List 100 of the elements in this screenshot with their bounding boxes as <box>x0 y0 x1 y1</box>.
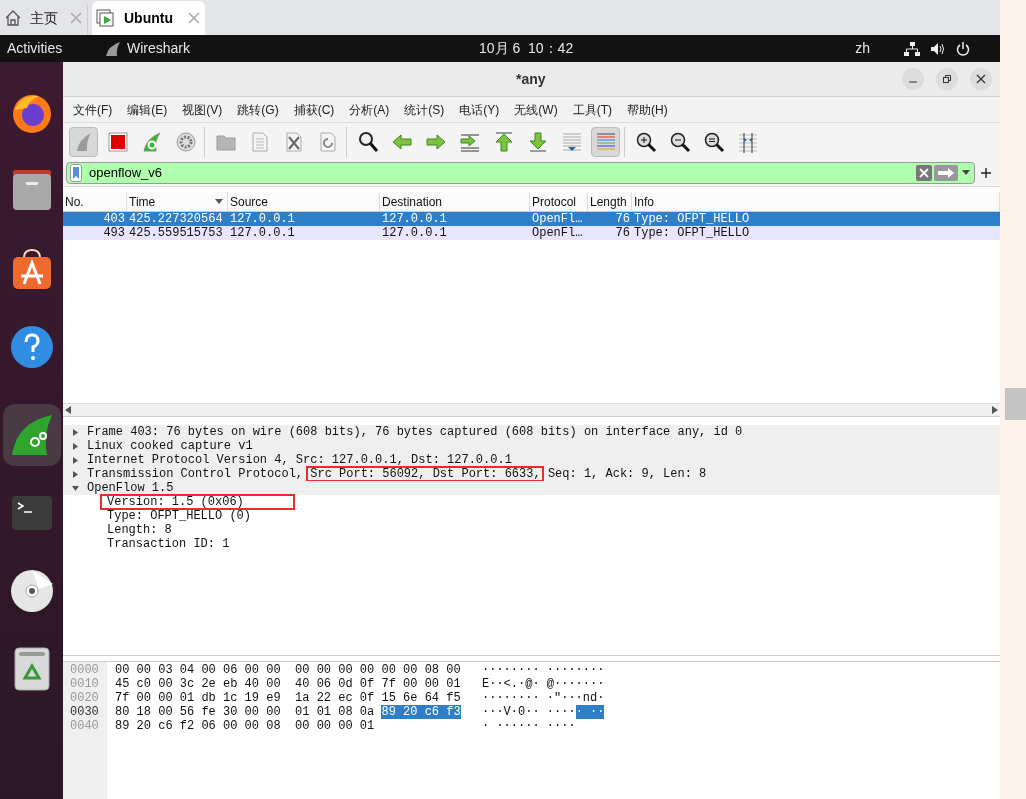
tree-item[interactable]: Linux cooked capture v1 <box>87 439 253 453</box>
table-cell-text: 127.0.0.1 <box>381 226 448 240</box>
input-method[interactable]: zh <box>855 38 870 59</box>
network-icon[interactable] <box>904 41 920 56</box>
column-header[interactable]: Destination <box>380 192 530 211</box>
menu-item[interactable]: 工具(T) <box>572 100 612 119</box>
restore-icon <box>943 75 951 83</box>
browser-tab[interactable]: Ubuntu <box>92 1 205 35</box>
table-cell-text: Type: OFPT_HELLO <box>633 226 751 240</box>
menu-item[interactable]: 电话(Y) <box>459 100 500 119</box>
hex-bytes: 89 20 c6 f2 06 00 00 08 00 00 00 01 <box>115 719 376 733</box>
tree-item[interactable]: OpenFlow 1.5 <box>87 481 174 495</box>
menu-item[interactable]: 分析(A) <box>349 100 390 119</box>
collapsed-arrow-icon[interactable] <box>72 442 79 450</box>
table-cell-text: 493 <box>102 226 126 240</box>
menu-item[interactable]: 视图(V) <box>182 100 223 119</box>
table-cell-text: 76 <box>614 212 631 226</box>
menu-item[interactable]: 编辑(E) <box>127 100 168 119</box>
hex-bytes: 00 00 03 04 00 06 00 00 00 00 00 00 00 00 08 00 <box>115 663 462 677</box>
expanded-arrow-icon[interactable] <box>72 484 79 492</box>
search-icon <box>356 130 379 153</box>
power-icon[interactable] <box>956 41 970 56</box>
table-cell-text: Type: OFPT_HELLO <box>633 212 751 226</box>
resize-columns-icon <box>736 130 759 153</box>
filter-text: openflow_v6 <box>89 164 162 183</box>
scroll-right-icon[interactable] <box>992 406 998 414</box>
clock[interactable]: 10月 6 10：42 <box>479 38 574 59</box>
disc-icon <box>8 568 55 614</box>
table-cell-text: 127.0.0.1 <box>229 226 296 240</box>
help-icon <box>8 324 55 370</box>
volume-icon[interactable] <box>930 41 946 56</box>
shark-fin-icon <box>105 40 121 57</box>
ascii-text: ········ ·"···nd· <box>482 691 605 705</box>
restore-button[interactable] <box>936 68 958 90</box>
hex-bytes: 7f 00 00 01 db 1c 19 e9 1a 22 ec 0f 15 6e 64 f5 <box>115 691 462 705</box>
zoom-reset-icon <box>702 130 725 153</box>
collapsed-arrow-icon[interactable] <box>72 470 79 478</box>
settings-icon <box>174 130 197 153</box>
tree-item[interactable]: Transaction ID: 1 <box>107 537 230 551</box>
horizontal-scrollbar[interactable] <box>63 403 1000 416</box>
table-cell-text: 403 <box>102 212 126 226</box>
fin-icon <box>140 130 163 153</box>
menu-item[interactable]: 帮助(H) <box>627 100 668 119</box>
minimize-button[interactable] <box>902 68 924 90</box>
menu-item[interactable]: 无线(W) <box>514 100 558 119</box>
sort-icon <box>215 199 223 204</box>
offset-cell-text: 0010 <box>69 677 100 691</box>
clear-icon[interactable] <box>916 165 932 181</box>
offset-cell-text: 0000 <box>69 663 100 677</box>
dock-item[interactable] <box>2 404 61 466</box>
offset-cell-text: 0040 <box>69 719 100 733</box>
table-cell-text: 425.227320564 <box>128 212 224 226</box>
column-header[interactable]: Time <box>127 192 228 211</box>
offset-cell-text: 0020 <box>69 691 100 705</box>
tree-item[interactable]: Type: OFPT_HELLO (0) <box>107 509 252 523</box>
column-header[interactable]: No. <box>63 192 127 211</box>
app-menu[interactable]: Wireshark <box>127 38 190 59</box>
menu-item[interactable]: 文件(F) <box>73 100 113 119</box>
table-cell-text: 127.0.0.1 <box>229 212 296 226</box>
dropdown-icon[interactable] <box>962 170 970 176</box>
close-button[interactable] <box>970 68 992 90</box>
packet-row[interactable]: 493 425.559515753 127.0.0.1 127.0.0.1 OpenFl… 76 Type: OFPT_HELLO <box>63 226 1000 240</box>
menu-item[interactable]: 统计(S) <box>404 100 445 119</box>
offset-cell-text: 0030 <box>69 705 100 719</box>
stop-icon <box>106 130 129 153</box>
tab-label: Ubuntu <box>124 8 173 28</box>
scrollbar-thumb[interactable] <box>1005 388 1026 420</box>
autoscroll-icon <box>560 130 583 153</box>
ascii-text: ········ ········ <box>482 663 605 677</box>
colored-lines-icon <box>594 130 617 153</box>
close-icon <box>976 74 986 84</box>
menu-item[interactable]: 捕获(C) <box>293 100 335 119</box>
menu-item[interactable]: 跳转(G) <box>237 100 279 119</box>
ascii-text: E··<.·@· @······· <box>482 677 605 691</box>
table-cell-text: OpenFl… <box>531 226 584 240</box>
plus-icon[interactable] <box>981 168 991 178</box>
column-header[interactable]: Length <box>588 192 632 211</box>
column-header[interactable]: Info <box>632 192 1000 211</box>
table-cell-text: OpenFl… <box>531 212 584 226</box>
tree-item[interactable]: Length: 8 <box>107 523 172 537</box>
activities-button[interactable]: Activities <box>7 38 102 59</box>
zoom-out-icon <box>668 130 691 153</box>
play-screen-icon <box>96 8 116 28</box>
hex-bytes: 80 18 00 56 fe 30 00 00 01 01 08 0a 89 20 c6 f3 <box>115 705 462 719</box>
ascii-text: ···V·0·· ····· ·· <box>482 705 605 719</box>
collapsed-arrow-icon[interactable] <box>72 428 79 436</box>
tree-item[interactable]: Version: 1.5 (0x06) <box>107 495 244 509</box>
scroll-left-icon[interactable] <box>65 406 71 414</box>
bookmark-icon[interactable] <box>70 164 82 182</box>
packet-row[interactable]: 403 425.227320564 127.0.0.1 127.0.0.1 OpenFl… 76 Type: OFPT_HELLO <box>63 212 1000 226</box>
zoom-in-icon <box>634 130 657 153</box>
home-icon <box>4 9 22 27</box>
table-cell-text: 425.559515753 <box>128 226 224 240</box>
tab-label: 主页 <box>30 8 58 28</box>
column-header[interactable]: Source <box>228 192 380 211</box>
table-cell-text: 127.0.0.1 <box>381 212 448 226</box>
collapsed-arrow-icon[interactable] <box>72 456 79 464</box>
column-header[interactable]: Protocol <box>530 192 588 211</box>
display-filter-field[interactable]: openflow_v6 <box>66 162 975 184</box>
ascii-text: · ······ ···· <box>482 719 576 733</box>
